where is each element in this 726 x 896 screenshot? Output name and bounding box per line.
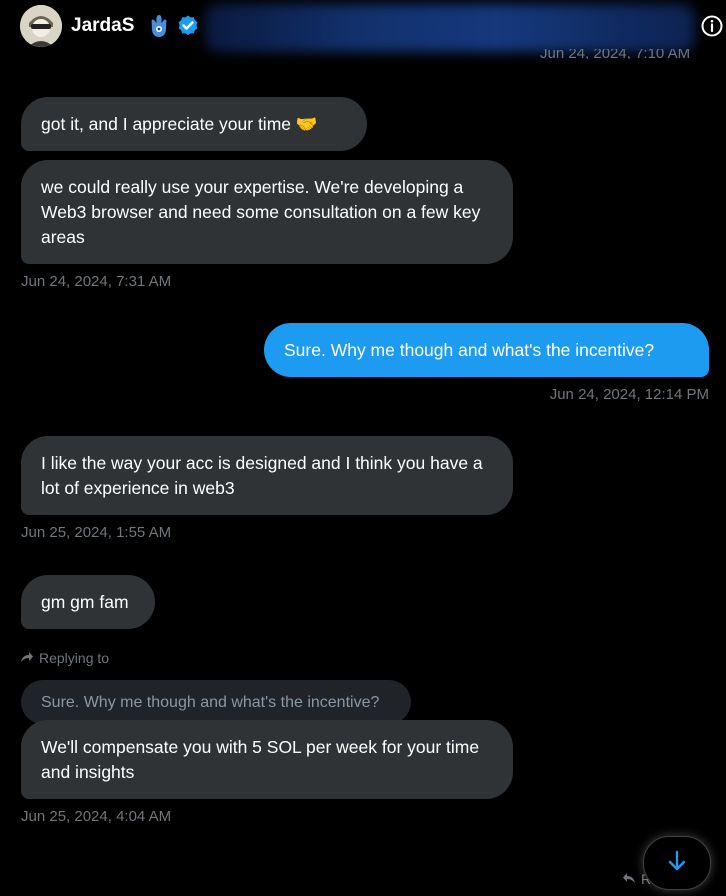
hamsa-icon (147, 13, 171, 44)
conversation-header: JardaS Jun 24, 2024, 7:10 AM (0, 0, 726, 59)
message-bubble[interactable]: gm gm fam (21, 575, 155, 629)
info-icon[interactable] (700, 14, 724, 43)
message-bubble-outgoing[interactable]: Sure. Why me though and what's the incen… (264, 323, 709, 377)
verified-badge-icon (176, 14, 200, 43)
message-text: got it, and I appreciate your time 🤝 (41, 113, 318, 134)
message-text: I like the way your acc is designed and … (41, 452, 483, 498)
message-text: gm gm fam (41, 591, 129, 612)
quoted-text: Sure. Why me though and what's the incen… (41, 694, 380, 711)
message-text: We'll compensate you with 5 SOL per week… (41, 736, 480, 782)
reply-arrow-icon (20, 650, 34, 666)
arrow-down-icon (667, 850, 687, 877)
replying-to-text: Replying to (39, 650, 110, 666)
message-bubble[interactable]: We'll compensate you with 5 SOL per week… (21, 720, 513, 799)
quoted-message[interactable]: Sure. Why me though and what's the incen… (21, 680, 411, 724)
message-bubble[interactable]: got it, and I appreciate your time 🤝 (21, 97, 367, 151)
scroll-to-bottom-button[interactable] (643, 836, 711, 890)
message-timestamp: Jun 24, 2024, 7:31 AM (21, 273, 172, 290)
message-text: we could really use your expertise. We'r… (41, 176, 481, 247)
contact-name[interactable]: JardaS (71, 15, 134, 37)
message-bubble[interactable]: we could really use your expertise. We'r… (21, 160, 513, 264)
message-bubble[interactable]: I like the way your acc is designed and … (21, 436, 513, 515)
partial-timestamp: Jun 24, 2024, 7:10 AM (540, 49, 691, 59)
blurred-region (205, 4, 695, 52)
message-timestamp: Jun 24, 2024, 12:14 PM (549, 386, 709, 403)
message-text: Sure. Why me though and what's the incen… (284, 339, 655, 360)
message-timestamp: Jun 25, 2024, 1:55 AM (21, 524, 172, 541)
avatar[interactable] (20, 5, 62, 47)
reply-arrow-icon (622, 871, 636, 887)
replying-to-label: Replying to (20, 650, 109, 666)
message-timestamp: Jun 25, 2024, 4:04 AM (21, 808, 172, 825)
